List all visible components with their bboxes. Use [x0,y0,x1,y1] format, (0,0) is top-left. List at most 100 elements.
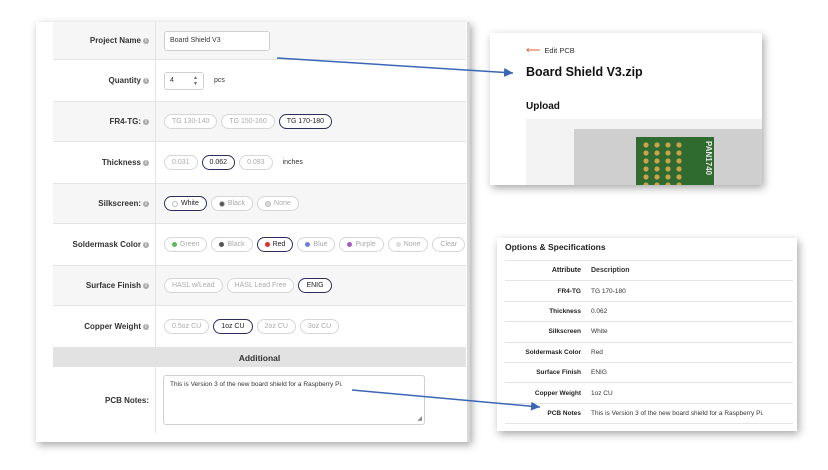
spec-row: PCB Notes This is Version 3 of the new bo… [505,404,793,425]
option-soldermask-5[interactable]: None [387,237,429,252]
project-name-label: Project Name [89,36,141,45]
edit-pcb-link[interactable]: ⟵ Edit PCB [526,45,575,56]
thickness-row: Thickness i 0.031 0.062 0.093 inches [53,142,466,184]
option-copper_weight-1[interactable]: 1oz CU [213,319,253,334]
option-soldermask-0[interactable]: Green [164,237,208,252]
option-surface_finish-0[interactable]: HASL w/Lead [164,278,223,293]
option-label: None [274,200,291,207]
option-label: Red [272,241,286,248]
quantity-label: Quantity [108,76,141,85]
project-name-input[interactable]: Board Shield V3 [164,30,270,51]
color-swatch-icon [395,242,401,247]
option-label: Green [180,241,200,248]
project-name-row: Project Name i Board Shield V3 [53,22,466,60]
option-thickness-1[interactable]: 0.062 [201,155,236,170]
option-thickness-0[interactable]: 0.031 [164,155,198,170]
pcb-pad [676,142,682,148]
pcb-pad [643,166,649,172]
pcb-notes-textarea[interactable]: This is Version 3 of the new board shiel… [163,375,425,425]
pcb-pad [643,158,649,164]
option-label: 0.062 [209,159,228,166]
quantity-row: Quantity i 4 ▲ ▼ pcs [53,60,466,102]
form-scrollbar[interactable] [467,22,470,442]
spec-description: 0.062 [591,307,608,315]
option-copper_weight-2[interactable]: 2oz CU [256,319,296,334]
pcb-notes-label: PCB Notes: [53,367,156,433]
upload-area: PAN1740 [526,119,762,185]
thickness-unit: inches [282,159,303,166]
option-soldermask-6[interactable]: Clear [432,237,466,252]
description-header: Description [591,267,630,275]
pcb-preview-image: PAN1740 [574,129,762,185]
fr4tg-label: FR4-TG: [109,117,141,126]
quantity-unit: pcs [214,77,225,84]
spec-attribute: Copper Weight [534,389,581,397]
option-soldermask-4[interactable]: Purple [339,237,384,252]
option-silkscreen-2[interactable]: None [257,196,299,211]
spec-row: Copper Weight 1oz CU [505,383,793,404]
info-icon[interactable]: i [143,323,149,330]
option-label: ENIG [306,282,324,289]
color-swatch-icon [218,200,225,207]
pcb-pad [676,150,682,156]
option-label: Blue [313,241,328,248]
spec-description: 1oz CU [591,389,613,397]
pcb-pad [676,158,682,164]
pcb-pad [643,174,649,180]
info-icon[interactable]: i [143,37,149,44]
spec-row: FR4-TG TG 170-180 [505,281,793,302]
option-label: 1oz CU [221,323,245,330]
info-icon[interactable]: i [143,282,149,289]
option-soldermask-3[interactable]: Blue [297,237,336,252]
option-copper_weight-0[interactable]: 0.5oz CU [164,319,210,334]
pcb-pad [643,142,649,148]
quantity-stepper[interactable]: 4 ▲ ▼ [164,71,204,90]
upload-heading: Upload [526,101,560,112]
pcb-pad [654,158,660,164]
option-surface_finish-2[interactable]: ENIG [298,278,332,293]
pcb-pad [676,166,682,172]
spec-attribute: PCB Notes [547,409,581,417]
stepper-down-icon[interactable]: ▼ [193,81,198,87]
spec-row: Silkscreen White [505,322,793,343]
spec-description: TG 170-180 [591,287,626,295]
spec-attribute: Thickness [549,307,581,315]
soldermask-label: Soldermask Color [72,240,141,249]
spec-header-row: Attribute Description [505,261,793,282]
resize-handle-icon[interactable]: ◢ [417,415,422,422]
option-soldermask-1[interactable]: Black [211,237,253,252]
edit-pcb-panel: ⟵ Edit PCB Board Shield V3.zip Upload PA… [490,33,762,185]
spec-row: Surface Finish ENIG [505,363,793,384]
pcb-pad [643,150,649,156]
back-arrow-icon: ⟵ [526,45,541,56]
file-title: Board Shield V3.zip [526,65,643,79]
info-icon[interactable]: i [143,77,149,84]
info-icon[interactable]: i [143,241,149,248]
option-label: White [181,200,199,207]
spec-attribute: Silkscreen [548,328,581,336]
color-swatch-icon [172,200,178,207]
option-label: 0.093 [247,159,265,166]
pcb-silkscreen-text: PAN1740 [704,141,713,176]
color-swatch-icon [172,242,177,247]
option-thickness-2[interactable]: 0.093 [239,155,273,170]
option-label: 2oz CU [264,323,288,330]
option-fr4tg-0[interactable]: TG 130-140 [164,114,218,129]
option-fr4tg-2[interactable]: TG 170-180 [278,114,333,129]
option-silkscreen-1[interactable]: Black [210,196,254,211]
option-surface_finish-1[interactable]: HASL Lead Free [226,278,295,293]
option-silkscreen-0[interactable]: White [164,196,207,211]
info-icon[interactable]: i [143,118,149,125]
info-icon[interactable]: i [143,200,149,207]
spec-description: This is Version 3 of the new board shiel… [591,409,764,417]
info-icon[interactable]: i [143,159,149,166]
fr4tg-options: TG 130-140 TG 150-160 TG 170-180 [164,102,333,141]
option-label: 0.5oz CU [172,323,202,330]
color-swatch-icon [219,242,225,247]
spec-attribute: FR4-TG [557,287,581,295]
option-soldermask-2[interactable]: Red [256,237,294,252]
option-fr4tg-1[interactable]: TG 150-160 [221,114,275,129]
pcb-pad [676,174,682,180]
option-copper_weight-3[interactable]: 3oz CU [299,319,340,334]
silkscreen-label: Silkscreen: [98,199,141,208]
